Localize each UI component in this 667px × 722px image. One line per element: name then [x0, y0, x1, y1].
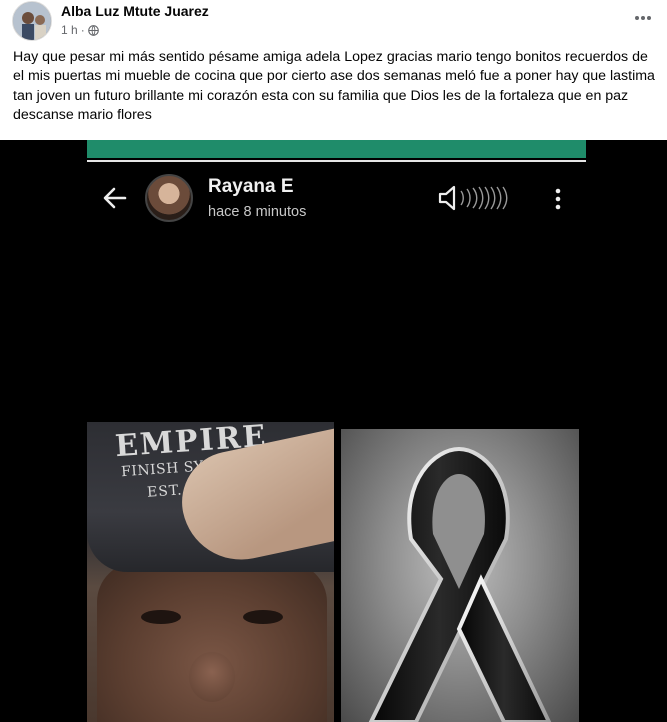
left-eye	[141, 610, 181, 624]
status-avatar[interactable]	[145, 174, 193, 222]
arrow-left-icon[interactable]	[101, 184, 129, 212]
author-name[interactable]: Alba Luz Mtute Juarez	[61, 3, 209, 19]
mourning-ribbon-panel	[341, 429, 579, 722]
meta-separator: ·	[80, 23, 85, 37]
right-eye	[243, 610, 283, 624]
divider	[87, 160, 586, 162]
mourning-ribbon-icon	[368, 446, 552, 722]
speaker-icon[interactable]	[437, 184, 527, 212]
globe-icon[interactable]	[87, 24, 99, 36]
post-image[interactable]: Rayana E hace 8 minutos EMPIRE FINISH ES…	[0, 140, 667, 722]
post-time[interactable]: 1 h	[61, 23, 78, 37]
nose	[189, 652, 235, 702]
status-header-bar	[87, 140, 586, 158]
memorial-photo: EMPIRE FINISH SYSTEMS, LLC EST. 1996	[87, 422, 334, 722]
more-vertical-icon[interactable]	[553, 188, 563, 210]
avatar-image	[13, 2, 51, 40]
status-timestamp: hace 8 minutos	[208, 204, 307, 220]
author-avatar[interactable]	[12, 1, 52, 41]
face	[97, 562, 327, 722]
post-header: Alba Luz Mtute Juarez 1 h ·	[0, 0, 667, 44]
status-bar: Rayana E hace 8 minutos	[87, 168, 586, 234]
more-horizontal-icon[interactable]	[633, 10, 653, 26]
status-contact-name: Rayana E	[208, 176, 294, 197]
post-text: Hay que pesar mi más sentido pésame amig…	[13, 49, 655, 124]
post-meta: 1 h ·	[61, 23, 99, 37]
